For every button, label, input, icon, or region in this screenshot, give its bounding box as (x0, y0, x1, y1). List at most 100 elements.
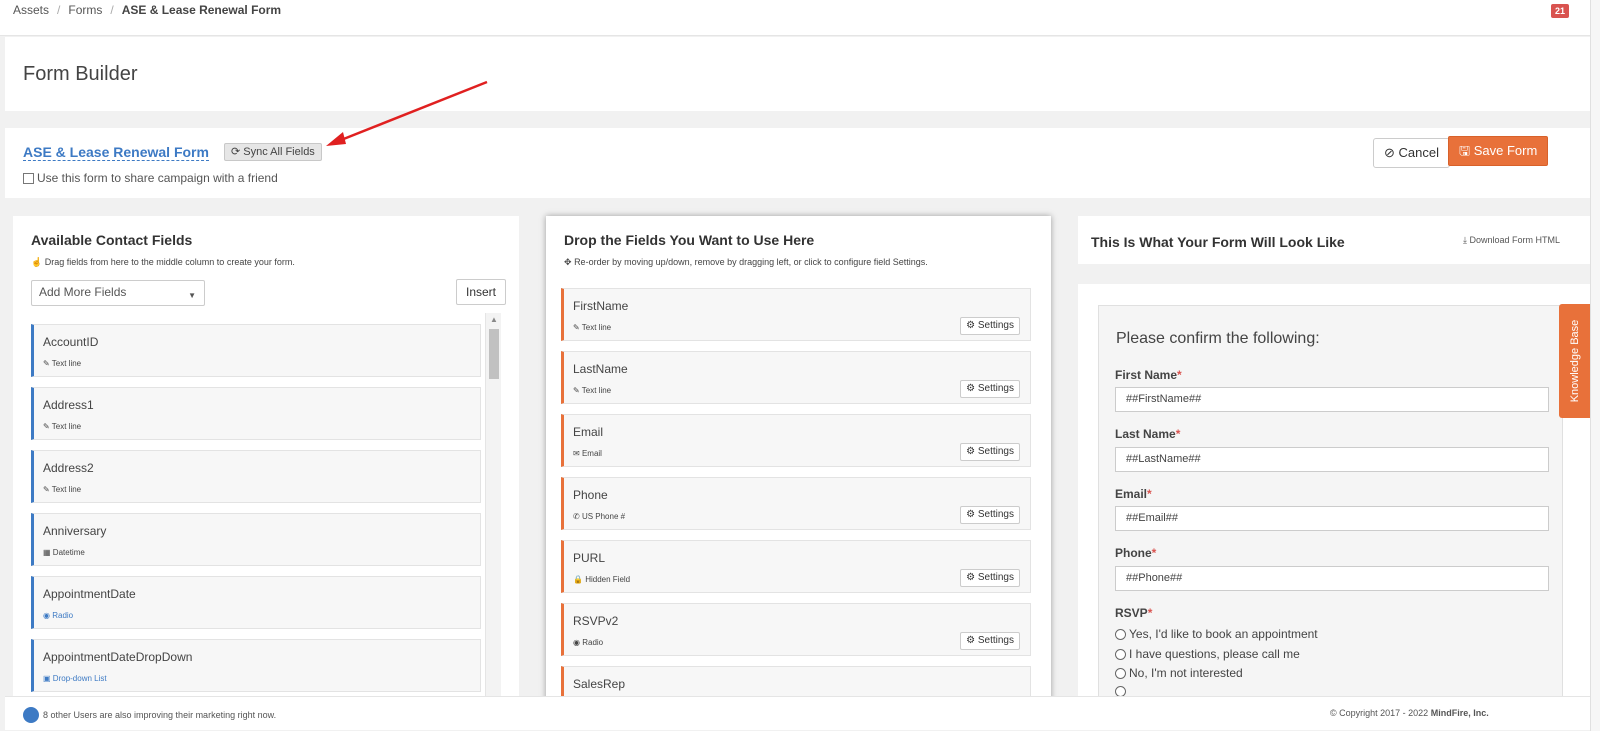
form-field-card[interactable]: RSVPv2 ◉ Radio ⚙ Settings (561, 603, 1031, 656)
form-bar: ASE & Lease Renewal Form ⟳ Sync All Fiel… (5, 128, 1590, 198)
move-icon: ✥ (564, 257, 572, 267)
field-type: ✆ US Phone # (573, 512, 626, 521)
cancel-button[interactable]: ⊘ Cancel (1373, 138, 1450, 168)
confirm-heading: Please confirm the following: (1116, 330, 1320, 347)
field-type: ✎ Text line (573, 386, 612, 395)
form-field-card[interactable]: Phone ✆ US Phone # ⚙ Settings (561, 477, 1031, 530)
page-title: Form Builder (23, 63, 138, 85)
share-label: Use this form to share campaign with a f… (37, 171, 278, 185)
gear-icon: ⚙ (966, 446, 976, 457)
hand-icon: ☝ (31, 257, 43, 267)
form-preview: Please confirm the following: First Name… (1078, 284, 1590, 716)
form-field-card[interactable]: FirstName ✎ Text line ⚙ Settings (561, 288, 1031, 341)
edit-icon: ✎ (43, 422, 50, 431)
form-field-card[interactable]: Email ✉ Email ⚙ Settings (561, 414, 1031, 467)
download-icon: ⤓ (1463, 235, 1467, 245)
settings-button[interactable]: ⚙ Settings (960, 506, 1020, 524)
phone-icon: ✆ (573, 512, 580, 521)
gear-icon: ⚙ (966, 635, 976, 646)
field-type: ◉ Radio (43, 611, 74, 620)
form-fields-dropzone[interactable]: Drop the Fields You Want to Use Here ✥ R… (546, 216, 1051, 716)
ban-icon: ⊘ (1384, 145, 1395, 160)
field-name: PURL (573, 551, 606, 565)
form-field-card[interactable]: LastName ✎ Text line ⚙ Settings (561, 351, 1031, 404)
last-name-input[interactable]: ##LastName## (1115, 447, 1549, 472)
radio-icon: ◉ (43, 611, 50, 620)
first-name-input[interactable]: ##FirstName## (1115, 387, 1549, 412)
rsvp-option[interactable]: I have questions, please call me (1115, 647, 1300, 661)
settings-button[interactable]: ⚙ Settings (960, 632, 1020, 650)
phone-label: Phone* (1115, 546, 1157, 560)
form-name-link[interactable]: ASE & Lease Renewal Form (23, 144, 209, 161)
dropzone-title: Drop the Fields You Want to Use Here (564, 232, 815, 248)
rsvp-option[interactable]: No, I'm not interested (1115, 666, 1243, 680)
copyright: © Copyright 2017 - 2022 MindFire, Inc. (1330, 708, 1489, 718)
available-fields-subtitle: ☝ Drag fields from here to the middle co… (31, 257, 295, 267)
field-type: ✎ Text line (43, 359, 82, 368)
cancel-label: Cancel (1398, 145, 1439, 160)
breadcrumb: Assets / Forms / ASE & Lease Renewal Form (13, 3, 281, 17)
save-form-button[interactable]: 🖫 Save Form (1448, 136, 1549, 166)
field-name: AppointmentDate (43, 587, 136, 601)
gear-icon: ⚙ (966, 572, 976, 583)
field-name: Anniversary (43, 524, 107, 538)
available-field-card[interactable]: Address2 ✎ Text line (31, 450, 481, 503)
scrollbar-thumb[interactable] (489, 329, 499, 379)
share-campaign-checkbox[interactable]: Use this form to share campaign with a f… (23, 171, 278, 185)
chevron-down-icon: ▼ (188, 291, 196, 300)
breadcrumb-separator: / (110, 3, 114, 17)
available-field-card[interactable]: Address1 ✎ Text line (31, 387, 481, 440)
radio-icon: ◉ (573, 638, 580, 647)
edit-icon: ✎ (573, 323, 580, 332)
field-name: Address1 (43, 398, 94, 412)
field-type: ✎ Text line (43, 422, 82, 431)
available-field-card[interactable]: AppointmentDate ◉ Radio (31, 576, 481, 629)
breadcrumb-current: ASE & Lease Renewal Form (121, 3, 282, 17)
dropzone-subtitle: ✥ Re-order by moving up/down, remove by … (564, 257, 928, 267)
available-field-card[interactable]: Anniversary ▦ Datetime (31, 513, 481, 566)
knowledge-base-tab[interactable]: Knowledge Base (1559, 304, 1591, 418)
fields-scrollbar[interactable]: ▲ (485, 313, 501, 716)
settings-button[interactable]: ⚙ Settings (960, 317, 1020, 335)
settings-button[interactable]: ⚙ Settings (960, 380, 1020, 398)
notification-badge[interactable]: 21 (1551, 4, 1569, 18)
field-name: FirstName (573, 299, 629, 313)
field-type: ✎ Text line (573, 323, 612, 332)
available-field-card[interactable]: AccountID ✎ Text line (31, 324, 481, 377)
field-name: RSVPv2 (573, 614, 619, 628)
form-field-card[interactable]: PURL 🔒 Hidden Field ⚙ Settings (561, 540, 1031, 593)
breadcrumb-forms[interactable]: Forms (68, 3, 102, 17)
field-name: SalesRep (573, 677, 626, 691)
phone-input[interactable]: ##Phone## (1115, 566, 1549, 591)
field-type: 🔒 Hidden Field (573, 575, 631, 584)
field-type: ◉ Radio (573, 638, 604, 647)
preview-header: This Is What Your Form Will Look Like ⤓ … (1078, 216, 1590, 264)
field-name: Email (573, 425, 604, 439)
radio-button (1115, 667, 1126, 679)
settings-button[interactable]: ⚙ Settings (960, 443, 1020, 461)
add-more-fields-select[interactable]: Add More Fields ▼ (31, 280, 205, 306)
available-field-card[interactable]: AppointmentDateDropDown ▣ Drop-down List (31, 639, 481, 692)
preview-title: This Is What Your Form Will Look Like (1091, 234, 1345, 250)
save-icon: 🖫 (1459, 143, 1471, 158)
field-type: ▦ Datetime (43, 548, 85, 557)
email-input[interactable]: ##Email## (1115, 506, 1549, 531)
checkbox-box[interactable] (23, 172, 34, 184)
first-name-label: First Name* (1115, 368, 1182, 382)
edit-icon: ✎ (43, 359, 50, 368)
breadcrumb-assets[interactable]: Assets (13, 3, 49, 17)
rsvp-option[interactable]: Yes, I'd like to book an appointment (1115, 627, 1318, 641)
insert-button[interactable]: Insert (456, 279, 507, 305)
available-fields-column: Available Contact Fields ☝ Drag fields f… (13, 216, 519, 716)
email-label: Email* (1115, 487, 1152, 501)
users-icon (23, 707, 39, 723)
page-header: Form Builder (5, 37, 1590, 111)
window-scrollbar[interactable] (1590, 0, 1600, 731)
lock-icon: 🔒 (573, 575, 583, 584)
sync-all-fields-button[interactable]: ⟳ Sync All Fields (224, 143, 322, 161)
download-form-html-link[interactable]: ⤓ Download Form HTML (1463, 235, 1560, 246)
gear-icon: ⚙ (966, 509, 976, 520)
radio-button (1115, 628, 1126, 640)
settings-button[interactable]: ⚙ Settings (960, 569, 1020, 587)
scroll-up-icon[interactable]: ▲ (490, 315, 498, 324)
